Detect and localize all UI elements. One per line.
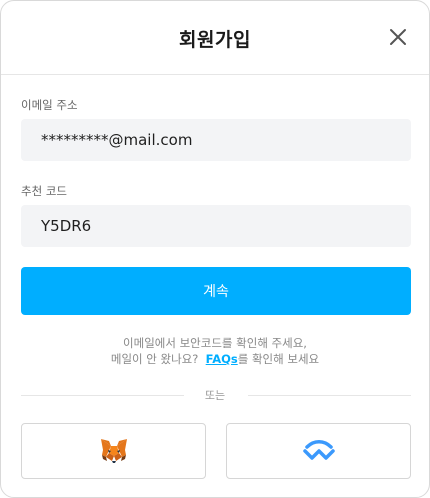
divider-right — [248, 395, 411, 396]
dialog-title: 회원가입 — [179, 29, 251, 51]
referral-code-field[interactable]: Y5DR6 — [21, 205, 411, 247]
email-label: 이메일 주소 — [21, 98, 78, 112]
close-icon[interactable] — [389, 28, 407, 46]
metamask-fox-icon — [100, 439, 127, 463]
email-field[interactable]: *********@mail.com — [21, 119, 411, 161]
help-text-prefix: 메일이 안 왔나요? — [110, 352, 199, 366]
metamask-button[interactable] — [21, 423, 206, 479]
walletconnect-icon — [302, 440, 335, 460]
help-text-line2: 메일이 안 왔나요? FAQs를 확인해 보세요 — [1, 350, 429, 368]
dialog-header: 회원가입 — [1, 1, 429, 75]
referral-code-label: 추천 코드 — [21, 184, 67, 198]
signup-dialog: 회원가입 이메일 주소 *********@mail.com 추천 코드 Y5D… — [0, 0, 430, 498]
walletconnect-button[interactable] — [226, 423, 411, 479]
continue-button[interactable]: 계속 — [21, 267, 411, 315]
help-text-suffix: 를 확인해 보세요 — [237, 352, 320, 366]
faq-link[interactable]: FAQs — [206, 352, 238, 366]
